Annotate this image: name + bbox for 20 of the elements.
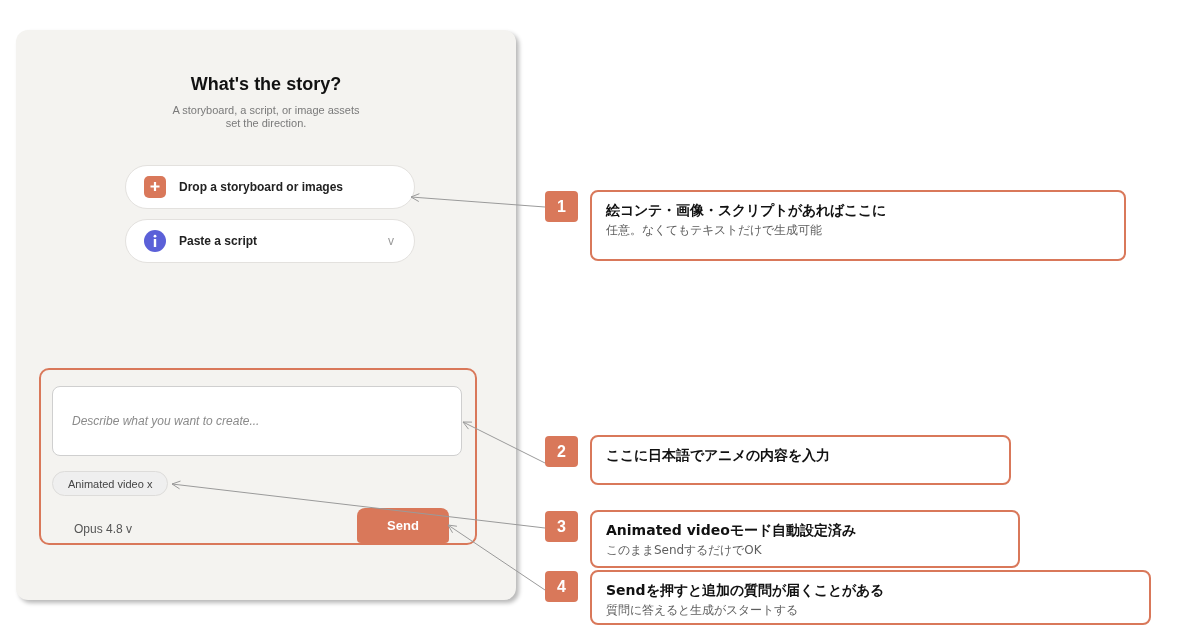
step-number: 3 (545, 511, 578, 542)
callout-note: 質問に答えると生成がスタートする (606, 603, 798, 618)
prompt-field[interactable]: Describe what you want to create... (52, 386, 462, 456)
step-number: 2 (545, 436, 578, 467)
plus-icon (144, 176, 166, 198)
callout-note: このままSendするだけでOK (606, 543, 762, 558)
callout-title: ここに日本語でアニメの内容を入力 (606, 446, 830, 465)
callout-title: 絵コンテ・画像・スクリプトがあればここに (606, 201, 886, 220)
script-button[interactable]: Paste a script v (125, 219, 415, 263)
panel-subtitle: A storyboard, a script, or image assets set the direction. (171, 104, 361, 130)
upload-button[interactable]: Drop a storyboard or images (125, 165, 415, 209)
model-selector[interactable]: Opus 4.8 v (74, 521, 133, 536)
mode-chip[interactable]: Animated video x (52, 471, 169, 496)
panel-title: What's the story? (190, 73, 342, 95)
info-icon (144, 230, 166, 252)
step-number: 1 (545, 191, 578, 222)
callout-title: Animated videoモード自動設定済み (606, 521, 856, 540)
callout-title: Sendを押すと追加の質問が届くことがある (606, 581, 884, 600)
step-number: 4 (545, 571, 578, 602)
callout-note: 任意。なくてもテキストだけで生成可能 (606, 223, 822, 238)
